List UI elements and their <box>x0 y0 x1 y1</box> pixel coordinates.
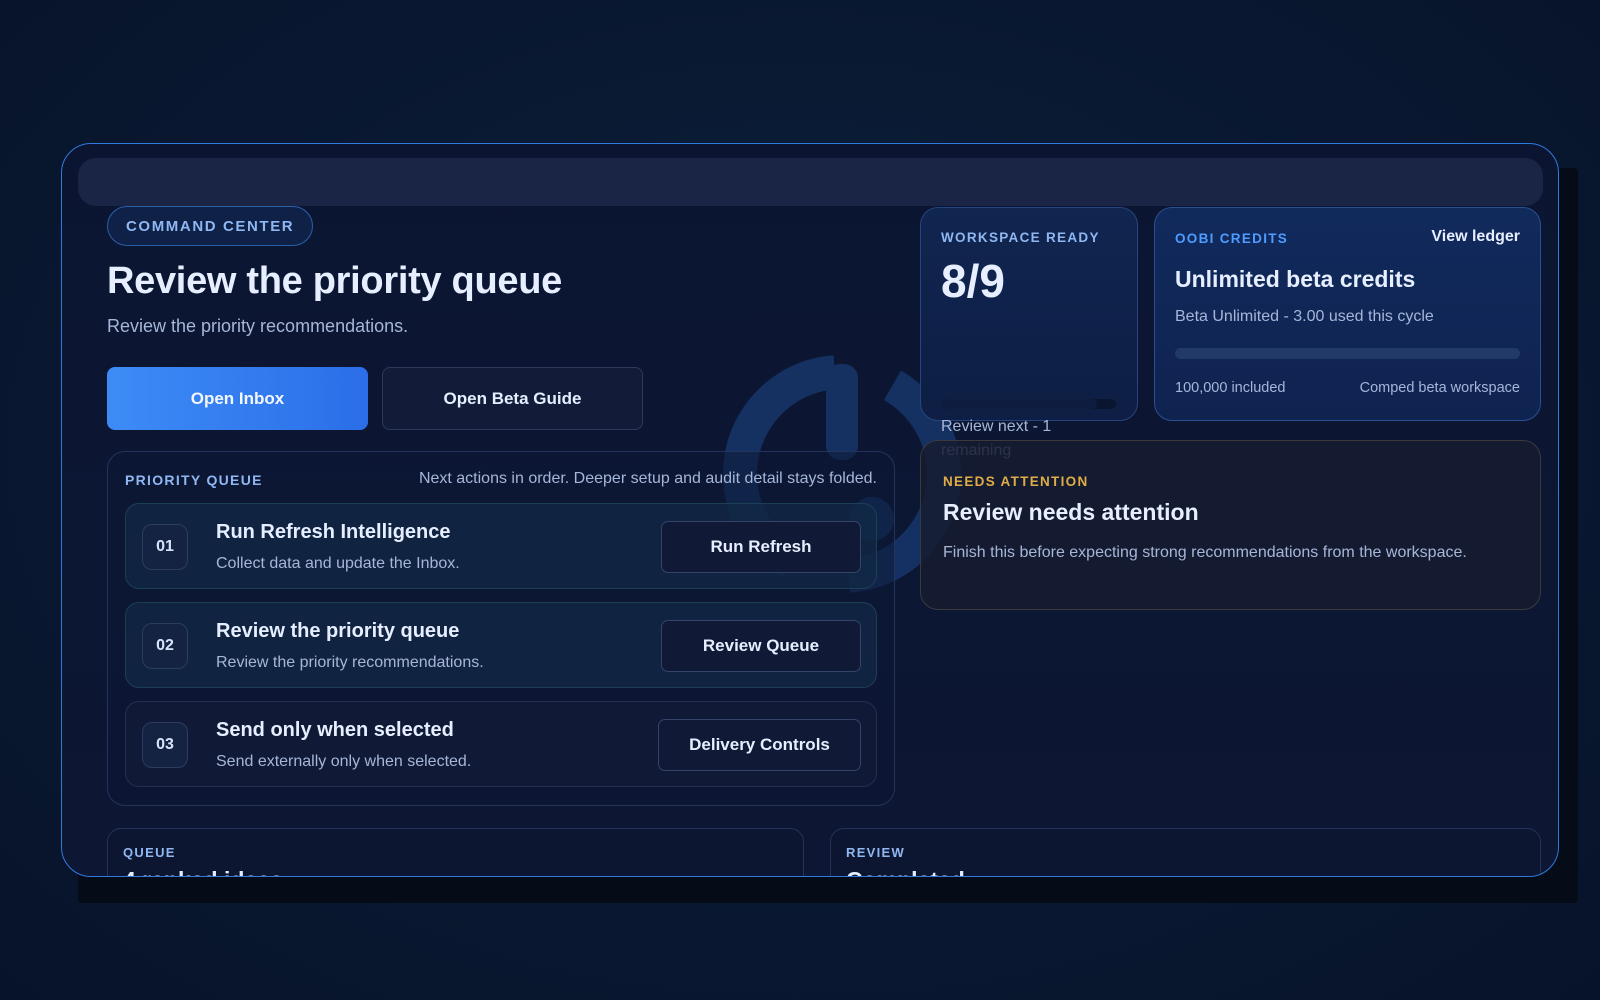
review-summary-title: Completed <box>846 867 965 876</box>
needs-attention-label: NEEDS ATTENTION <box>943 474 1089 489</box>
priority-queue-note: Next actions in order. Deeper setup and … <box>418 470 877 487</box>
review-summary-label: REVIEW <box>846 845 906 860</box>
queue-item-number: 03 <box>142 722 188 768</box>
delivery-controls-button[interactable]: Delivery Controls <box>658 719 861 771</box>
review-summary-card: REVIEW Completed <box>830 828 1541 876</box>
page-title: Review the priority queue <box>107 260 562 302</box>
credits-usage: Beta Unlimited - 3.00 used this cycle <box>1175 308 1434 325</box>
queue-item-desc: Review the priority recommendations. <box>216 654 484 671</box>
page-subtitle: Review the priority recommendations. <box>107 316 409 336</box>
credits-plan-note: Comped beta workspace <box>1359 380 1520 396</box>
needs-attention-desc: Finish this before expecting strong reco… <box>943 544 1467 561</box>
queue-item-number: 02 <box>142 623 188 669</box>
open-beta-guide-button[interactable]: Open Beta Guide <box>382 367 643 430</box>
workspace-ready-value: 8/9 <box>941 255 1005 307</box>
queue-summary-title: 4 ranked ideas <box>123 867 283 876</box>
priority-queue-panel: PRIORITY QUEUE Next actions in order. De… <box>107 451 895 806</box>
credits-included: 100,000 included <box>1175 380 1286 396</box>
workspace-progress-bar <box>941 399 1116 409</box>
workspace-progress-fill <box>941 399 1097 409</box>
needs-attention-card: NEEDS ATTENTION Review needs attention F… <box>920 440 1541 610</box>
command-center-badge: COMMAND CENTER <box>107 206 314 246</box>
queue-item-desc: Collect data and update the Inbox. <box>216 555 460 572</box>
needs-attention-title: Review needs attention <box>943 499 1199 525</box>
priority-queue-label: PRIORITY QUEUE <box>125 472 263 488</box>
queue-item-desc: Send externally only when selected. <box>216 753 472 770</box>
top-bar <box>78 158 1543 206</box>
review-queue-button[interactable]: Review Queue <box>661 620 861 672</box>
app-window: COMMAND CENTER Review the priority queue… <box>61 143 1559 877</box>
queue-item-run-refresh: 01 Run Refresh Intelligence Collect data… <box>125 503 877 589</box>
queue-summary-label: QUEUE <box>123 845 176 860</box>
queue-item-title: Run Refresh Intelligence <box>216 521 451 543</box>
open-inbox-button[interactable]: Open Inbox <box>107 367 368 430</box>
queue-item-title: Review the priority queue <box>216 620 460 642</box>
run-refresh-button[interactable]: Run Refresh <box>661 521 861 573</box>
queue-item-title: Send only when selected <box>216 719 454 741</box>
view-ledger-link[interactable]: View ledger <box>1431 228 1520 246</box>
queue-item-review-queue: 02 Review the priority queue Review the … <box>125 602 877 688</box>
credits-card: OOBI CREDITS View ledger Unlimited beta … <box>1154 207 1541 421</box>
queue-item-send-selected: 03 Send only when selected Send external… <box>125 701 877 787</box>
credits-progress-bar <box>1175 348 1520 359</box>
workspace-ready-card: WORKSPACE READY 8/9 Review next - 1 rema… <box>920 207 1138 459</box>
workspace-ready-label: WORKSPACE READY <box>941 230 1100 245</box>
queue-summary-card: QUEUE 4 ranked ideas <box>107 828 804 876</box>
queue-item-number: 01 <box>142 524 188 570</box>
credits-label: OOBI CREDITS <box>1175 231 1289 246</box>
credits-title: Unlimited beta credits <box>1175 266 1416 292</box>
